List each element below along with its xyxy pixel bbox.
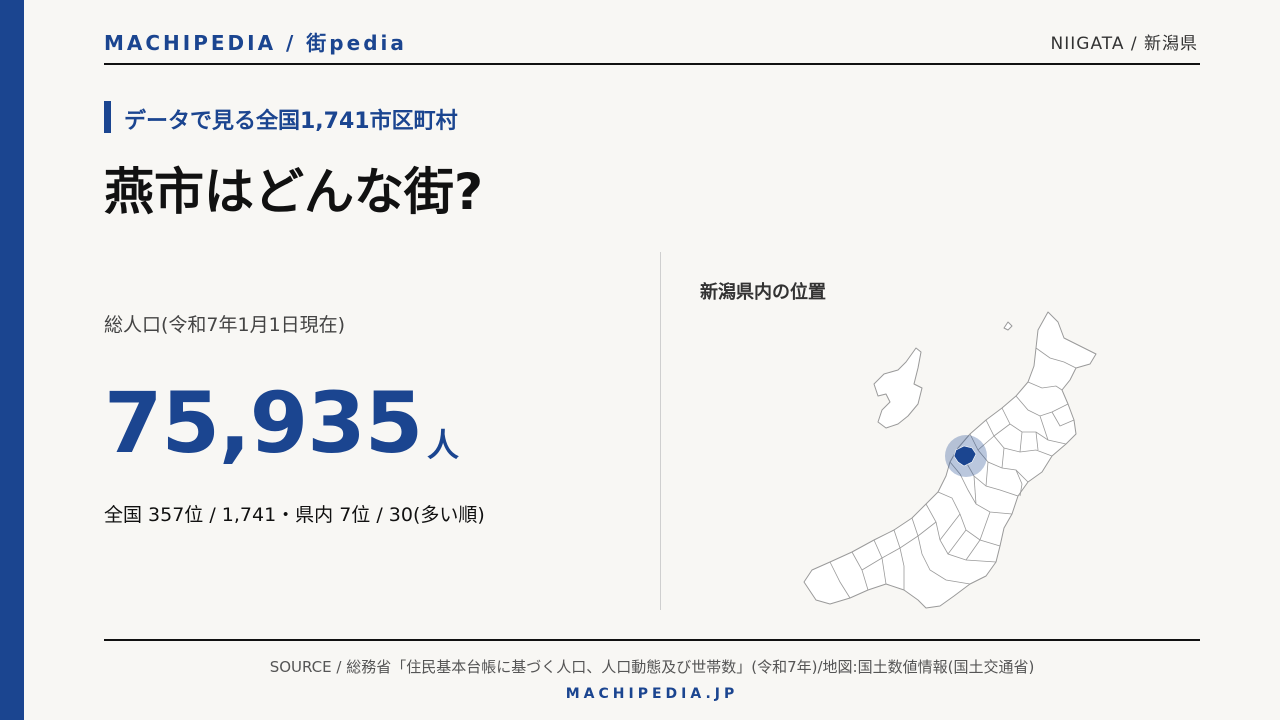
sado-island-shape — [873, 347, 923, 429]
region-breadcrumb[interactable]: NIIGATA / 新潟県 — [1051, 29, 1198, 54]
page-title: 燕市はどんな街? — [104, 163, 484, 221]
header-divider — [104, 63, 1200, 65]
vertical-divider — [660, 252, 661, 610]
niigata-prefecture-map — [803, 311, 1097, 609]
site-brand[interactable]: MACHIPEDIA / 街pedia — [104, 27, 407, 56]
subtitle-accent-mark — [104, 101, 111, 133]
awashima-island-shape — [1003, 321, 1013, 331]
population-rank: 全国 357位 / 1,741・県内 7位 / 30(多い順) — [104, 504, 485, 526]
footer-divider — [104, 639, 1200, 641]
page-subtitle: データで見る全国1,741市区町村 — [124, 109, 458, 134]
footer-site-link[interactable]: MACHIPEDIA.JP — [104, 686, 1200, 702]
source-credit: SOURCE / 総務省「住民基本台帳に基づく人口、人口動態及び世帯数」(令和7… — [269, 658, 1035, 676]
population-unit: 人 — [427, 426, 460, 464]
accent-side-bar — [0, 0, 24, 720]
population-label: 総人口(令和7年1月1日現在) — [104, 314, 346, 336]
population-value: 75,935 — [104, 374, 423, 472]
